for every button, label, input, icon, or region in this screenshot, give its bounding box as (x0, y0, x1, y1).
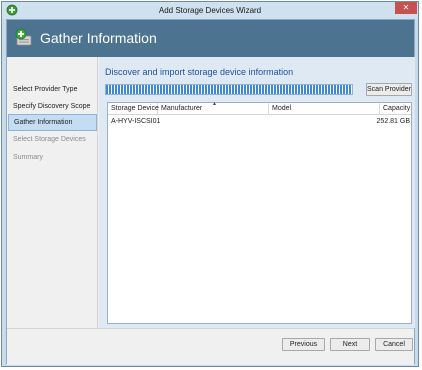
content-pane: Discover and import storage device infor… (99, 57, 415, 328)
wizard-window: Add Storage Devices Wizard ✕ Gather Info… (1, 1, 419, 367)
discovery-progress-bar (105, 84, 353, 95)
nav-item-summary: Summary (13, 154, 43, 161)
cell-manufacturer (158, 116, 269, 128)
cell-storage-device: A-HYV-ISCSI01 (111, 118, 161, 125)
add-storage-icon (15, 28, 32, 46)
section-title: Discover and import storage device infor… (105, 67, 294, 77)
table-row[interactable]: A-HYV-ISCSI01 252.81 GB (108, 116, 411, 128)
storage-devices-grid[interactable]: Storage Device Manufacturer ▲ Model Capa… (107, 101, 413, 324)
grid-header: Storage Device Manufacturer ▲ Model Capa… (108, 101, 413, 115)
nav-item-gather-information[interactable]: Gather Information (8, 114, 97, 131)
column-header-storage-device[interactable]: Storage Device (108, 103, 159, 115)
nav-item-select-provider-type[interactable]: Select Provider Type (8, 81, 97, 98)
page-title: Gather Information (40, 30, 157, 46)
sort-ascending-icon: ▲ (212, 101, 217, 107)
wizard-header: Gather Information (7, 20, 414, 57)
previous-button[interactable]: Previous (282, 338, 325, 351)
cancel-button[interactable]: Cancel (375, 338, 413, 351)
nav-item-select-storage-devices: Select Storage Devices (13, 136, 86, 143)
next-button[interactable]: Next (330, 338, 370, 351)
cell-model (269, 116, 380, 128)
window-title: Add Storage Devices Wizard (158, 6, 262, 15)
wizard-client: Gather Information Select Provider Type … (6, 19, 415, 365)
wizard-nav: Select Provider Type Specify Discovery S… (7, 57, 98, 328)
column-header-capacity[interactable]: Capacity (380, 103, 413, 115)
progress-fill (106, 85, 352, 94)
cell-capacity: 252.81 GB (376, 118, 410, 125)
close-icon: ✕ (402, 3, 410, 12)
wizard-footer: Previous Next Cancel (7, 328, 414, 365)
nav-item-specify-discovery-scope[interactable]: Specify Discovery Scope (8, 98, 97, 115)
close-button[interactable]: ✕ (395, 2, 417, 14)
scan-provider-button[interactable]: Scan Provider (366, 83, 412, 96)
column-header-model[interactable]: Model (269, 103, 380, 115)
title-bar[interactable]: Add Storage Devices Wizard ✕ (2, 2, 418, 19)
